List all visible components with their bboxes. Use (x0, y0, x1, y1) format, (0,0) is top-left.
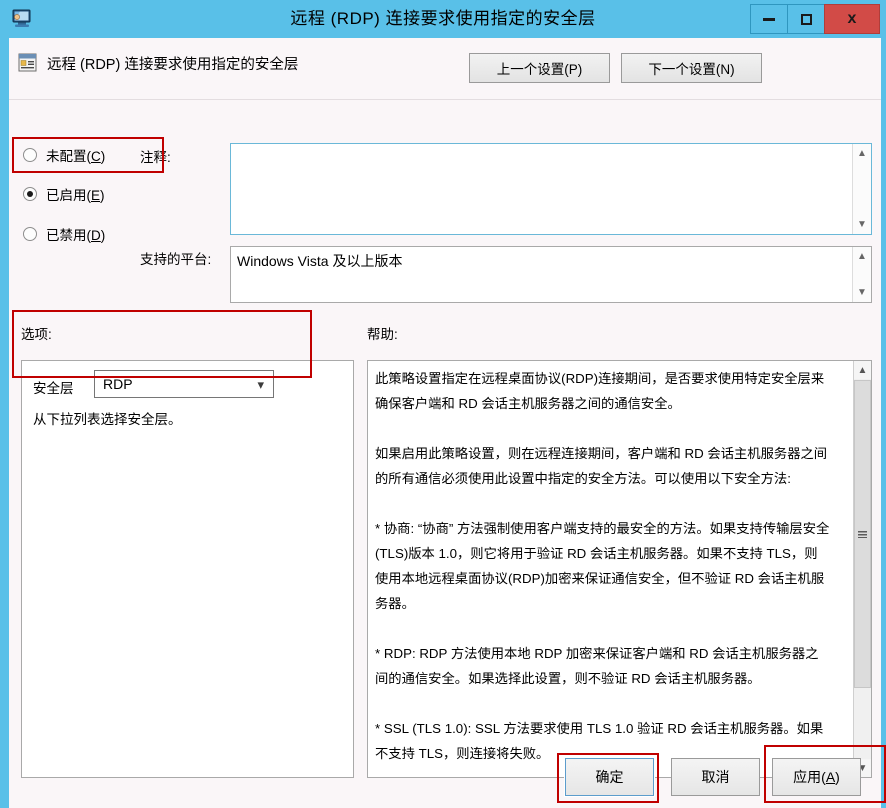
cancel-button[interactable]: 取消 (671, 758, 760, 796)
radio-disabled-mark (23, 227, 37, 241)
help-scrollbar-thumb[interactable] (854, 380, 871, 688)
window-controls: x (751, 4, 880, 34)
maximize-button[interactable] (787, 4, 825, 34)
comment-label: 注释: (140, 146, 171, 166)
radio-enabled[interactable]: 已启用(E) (23, 184, 105, 204)
radio-enabled-mark (23, 187, 37, 201)
close-icon: x (848, 10, 857, 28)
help-text: 此策略设置指定在远程桌面协议(RDP)连接期间，是否要求使用特定安全层来确保客户… (368, 361, 838, 778)
grip-icon (858, 531, 867, 538)
options-section-label: 选项: (21, 323, 52, 343)
dialog-body: 远程 (RDP) 连接要求使用指定的安全层 上一个设置(P) 下一个设置(N) … (9, 38, 881, 808)
security-layer-hint: 从下拉列表选择安全层。 (33, 408, 182, 428)
radio-not-configured[interactable]: 未配置(C) (23, 145, 105, 165)
security-layer-dropdown[interactable]: RDP ▾ (94, 370, 274, 398)
radio-disabled-label: 已禁用(D) (46, 224, 105, 244)
previous-setting-button[interactable]: 上一个设置(P) (469, 53, 610, 83)
comment-scrollbar[interactable]: ▲ ▼ (852, 144, 871, 234)
radio-enabled-label: 已启用(E) (46, 184, 105, 204)
maximize-icon (801, 14, 812, 25)
setting-header: 远程 (RDP) 连接要求使用指定的安全层 上一个设置(P) 下一个设置(N) (9, 38, 881, 100)
cancel-button-label: 取消 (702, 767, 730, 787)
previous-setting-label: 上一个设置(P) (497, 58, 583, 78)
title-bar: 远程 (RDP) 连接要求使用指定的安全层 x (0, 0, 886, 38)
group-policy-setting-dialog: 远程 (RDP) 连接要求使用指定的安全层 x (0, 0, 886, 808)
close-button[interactable]: x (824, 4, 880, 34)
window-left-edge (0, 38, 9, 808)
chevron-down-icon[interactable]: ▼ (853, 215, 871, 234)
radio-not-configured-label: 未配置(C) (46, 145, 105, 165)
security-layer-value: RDP (103, 376, 133, 392)
window-right-edge (881, 38, 886, 808)
radio-not-configured-mark (23, 148, 37, 162)
next-setting-label: 下一个设置(N) (648, 58, 734, 78)
security-layer-label: 安全层 (33, 377, 74, 397)
apply-button[interactable]: 应用(A) (772, 758, 861, 796)
ok-button[interactable]: 确定 (565, 758, 654, 796)
supported-platform-label: 支持的平台: (140, 248, 211, 268)
chevron-up-icon[interactable]: ▲ (853, 247, 871, 266)
supported-platform-value: Windows Vista 及以上版本 (237, 253, 402, 269)
chevron-up-icon[interactable]: ▲ (853, 144, 871, 163)
minimize-icon (763, 18, 775, 21)
radio-disabled[interactable]: 已禁用(D) (23, 224, 105, 244)
next-setting-button[interactable]: 下一个设置(N) (621, 53, 762, 83)
options-pane: 安全层 RDP ▾ 从下拉列表选择安全层。 (21, 360, 354, 778)
chevron-down-icon[interactable]: ▼ (853, 283, 871, 302)
help-scrollbar[interactable]: ▲ ▼ (853, 361, 871, 777)
chevron-down-icon: ▾ (257, 377, 264, 393)
supported-platform-field: Windows Vista 及以上版本 ▲ ▼ (230, 246, 872, 303)
platform-scrollbar[interactable]: ▲ ▼ (852, 247, 871, 302)
help-section-label: 帮助: (367, 323, 398, 343)
comment-input[interactable]: ▲ ▼ (230, 143, 872, 235)
minimize-button[interactable] (750, 4, 788, 34)
chevron-up-icon[interactable]: ▲ (854, 361, 871, 379)
ok-button-label: 确定 (596, 767, 624, 787)
apply-button-label: 应用(A) (793, 767, 840, 787)
setting-title: 远程 (RDP) 连接要求使用指定的安全层 (47, 53, 298, 74)
policy-setting-icon (18, 53, 37, 72)
help-pane: 此策略设置指定在远程桌面协议(RDP)连接期间，是否要求使用特定安全层来确保客户… (367, 360, 872, 778)
